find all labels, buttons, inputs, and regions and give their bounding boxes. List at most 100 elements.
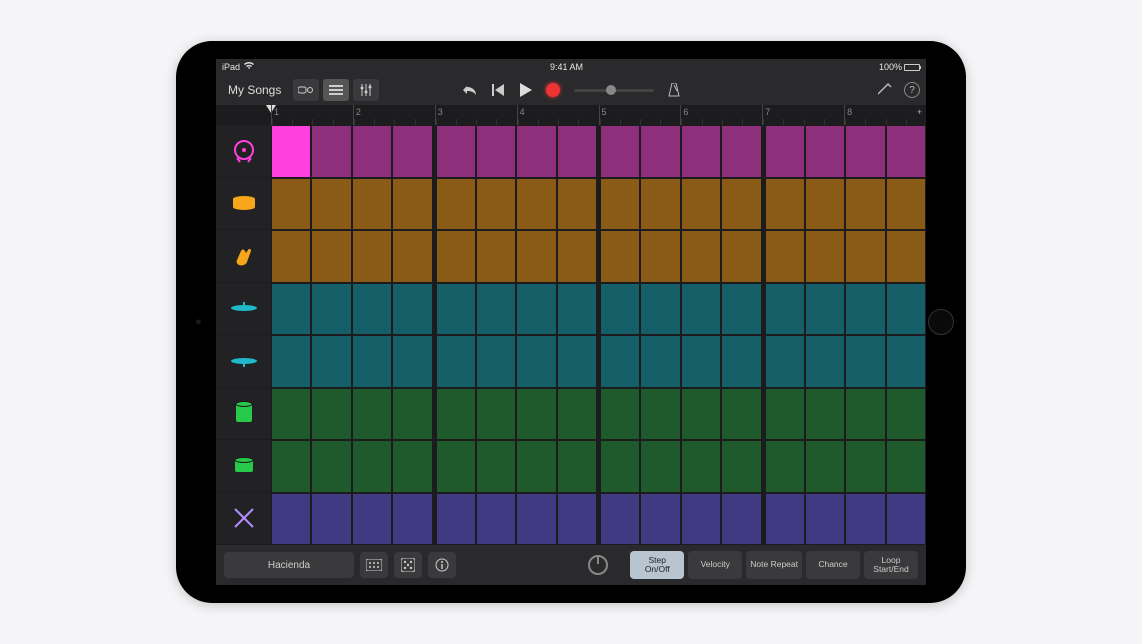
step[interactable] [477, 389, 515, 440]
step[interactable] [641, 336, 679, 387]
step[interactable] [517, 389, 555, 440]
step[interactable] [846, 179, 884, 230]
step[interactable] [722, 441, 760, 492]
step[interactable] [312, 494, 350, 545]
tom2-icon[interactable] [216, 440, 271, 493]
step[interactable] [682, 284, 720, 335]
cymbal1-icon[interactable] [216, 283, 271, 336]
step[interactable] [312, 336, 350, 387]
home-button[interactable] [928, 309, 954, 335]
step[interactable] [641, 179, 679, 230]
metronome-button[interactable] [668, 83, 680, 97]
step[interactable] [437, 231, 475, 282]
play-button[interactable] [520, 83, 532, 97]
rewind-button[interactable] [492, 84, 506, 96]
step[interactable] [766, 336, 804, 387]
step[interactable] [437, 494, 475, 545]
step[interactable] [887, 284, 925, 335]
step[interactable] [353, 231, 391, 282]
step[interactable] [601, 284, 639, 335]
step[interactable] [272, 494, 310, 545]
add-bar-button[interactable]: + [917, 107, 922, 117]
step[interactable] [601, 441, 639, 492]
step[interactable] [887, 494, 925, 545]
step[interactable] [846, 389, 884, 440]
power-button[interactable] [582, 549, 614, 581]
step[interactable] [722, 389, 760, 440]
step[interactable] [766, 494, 804, 545]
step[interactable] [517, 441, 555, 492]
step[interactable] [722, 126, 760, 177]
step[interactable] [601, 126, 639, 177]
step[interactable] [437, 284, 475, 335]
step[interactable] [846, 284, 884, 335]
browser-button[interactable] [293, 79, 319, 101]
step[interactable] [517, 179, 555, 230]
record-button[interactable] [546, 83, 560, 97]
step[interactable] [766, 284, 804, 335]
kick-icon[interactable] [216, 125, 271, 178]
mode-loop-start-end[interactable]: LoopStart/End [864, 551, 918, 579]
step[interactable] [601, 179, 639, 230]
step[interactable] [393, 284, 431, 335]
step[interactable] [887, 231, 925, 282]
step[interactable] [766, 231, 804, 282]
step[interactable] [272, 126, 310, 177]
step[interactable] [272, 441, 310, 492]
step[interactable] [353, 126, 391, 177]
step[interactable] [393, 336, 431, 387]
step[interactable] [437, 441, 475, 492]
step[interactable] [558, 336, 596, 387]
undo-button[interactable] [462, 84, 478, 96]
mixer-button[interactable] [353, 79, 379, 101]
step[interactable] [846, 441, 884, 492]
step[interactable] [722, 336, 760, 387]
step[interactable] [272, 389, 310, 440]
step[interactable] [517, 336, 555, 387]
step[interactable] [393, 441, 431, 492]
step[interactable] [601, 494, 639, 545]
tom1-icon[interactable] [216, 388, 271, 441]
step[interactable] [312, 231, 350, 282]
step[interactable] [682, 441, 720, 492]
step[interactable] [477, 441, 515, 492]
step[interactable] [393, 179, 431, 230]
step[interactable] [477, 126, 515, 177]
step[interactable] [353, 179, 391, 230]
step[interactable] [846, 494, 884, 545]
step[interactable] [353, 284, 391, 335]
step[interactable] [846, 231, 884, 282]
step[interactable] [722, 231, 760, 282]
step[interactable] [682, 126, 720, 177]
step[interactable] [887, 336, 925, 387]
step[interactable] [312, 441, 350, 492]
step[interactable] [477, 494, 515, 545]
step[interactable] [558, 389, 596, 440]
step[interactable] [641, 231, 679, 282]
step[interactable] [477, 284, 515, 335]
mode-step-on-off[interactable]: StepOn/Off [630, 551, 684, 579]
step[interactable] [641, 441, 679, 492]
step[interactable] [393, 389, 431, 440]
step[interactable] [272, 231, 310, 282]
step[interactable] [477, 179, 515, 230]
step[interactable] [682, 179, 720, 230]
step[interactable] [312, 126, 350, 177]
step[interactable] [353, 336, 391, 387]
cymbal2-icon[interactable] [216, 335, 271, 388]
step[interactable] [682, 389, 720, 440]
step[interactable] [766, 389, 804, 440]
step[interactable] [272, 179, 310, 230]
step[interactable] [601, 389, 639, 440]
mode-note-repeat[interactable]: Note Repeat [746, 551, 802, 579]
timeline-ruler[interactable]: 12345678+ [271, 105, 926, 125]
info-button[interactable] [428, 552, 456, 578]
step[interactable] [641, 126, 679, 177]
step[interactable] [558, 179, 596, 230]
step[interactable] [353, 389, 391, 440]
step[interactable] [437, 389, 475, 440]
sticks-icon[interactable] [216, 493, 271, 546]
step[interactable] [558, 441, 596, 492]
step[interactable] [272, 336, 310, 387]
pattern-button[interactable] [360, 552, 388, 578]
